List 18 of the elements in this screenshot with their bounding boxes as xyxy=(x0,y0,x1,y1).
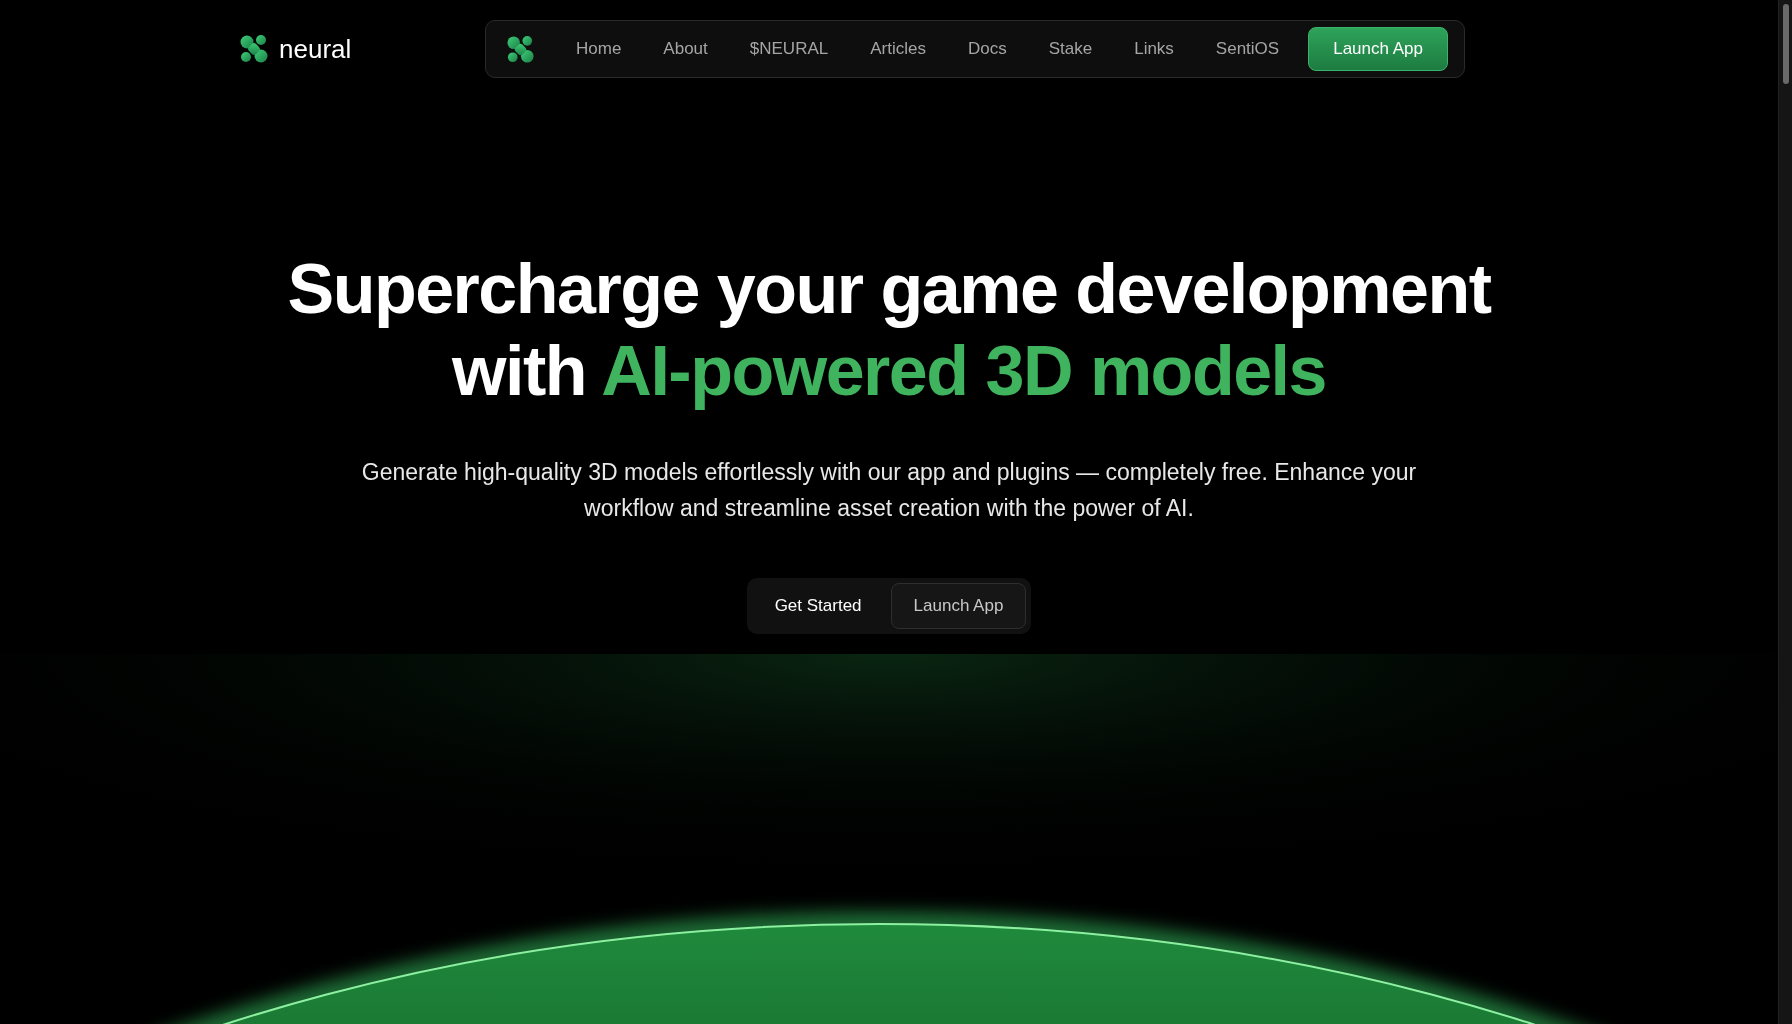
scrollbar[interactable] xyxy=(1778,0,1792,1024)
logo-icon xyxy=(506,34,535,64)
logo-icon xyxy=(239,34,269,64)
nav-link[interactable]: Home xyxy=(555,31,643,67)
nav-link[interactable]: Links xyxy=(1113,31,1195,67)
hero-headline: Supercharge your game development with AI-powered 3D models xyxy=(286,249,1493,412)
launch-app-button[interactable]: Launch App xyxy=(890,583,1027,629)
nav-link[interactable]: $NEURAL xyxy=(728,31,850,67)
hero-subtitle: Generate high-quality 3D models effortlessly with our app and plugins — completely free. Enhance your workflow and streamline asset creation with the power of AI. xyxy=(360,458,1418,523)
launch-app-button[interactable]: Launch App xyxy=(1308,27,1448,71)
brand-name[interactable]: neural xyxy=(279,33,352,65)
nav-link[interactable]: About xyxy=(642,31,729,67)
nav-link[interactable]: Articles xyxy=(849,31,947,67)
scrollbar-thumb[interactable] xyxy=(1782,4,1789,84)
nav-link[interactable]: Stake xyxy=(1027,31,1114,67)
nav-link[interactable]: SentiOS xyxy=(1194,31,1301,67)
get-started-button[interactable]: Get Started xyxy=(751,583,885,629)
nav-link[interactable]: Docs xyxy=(946,31,1028,67)
